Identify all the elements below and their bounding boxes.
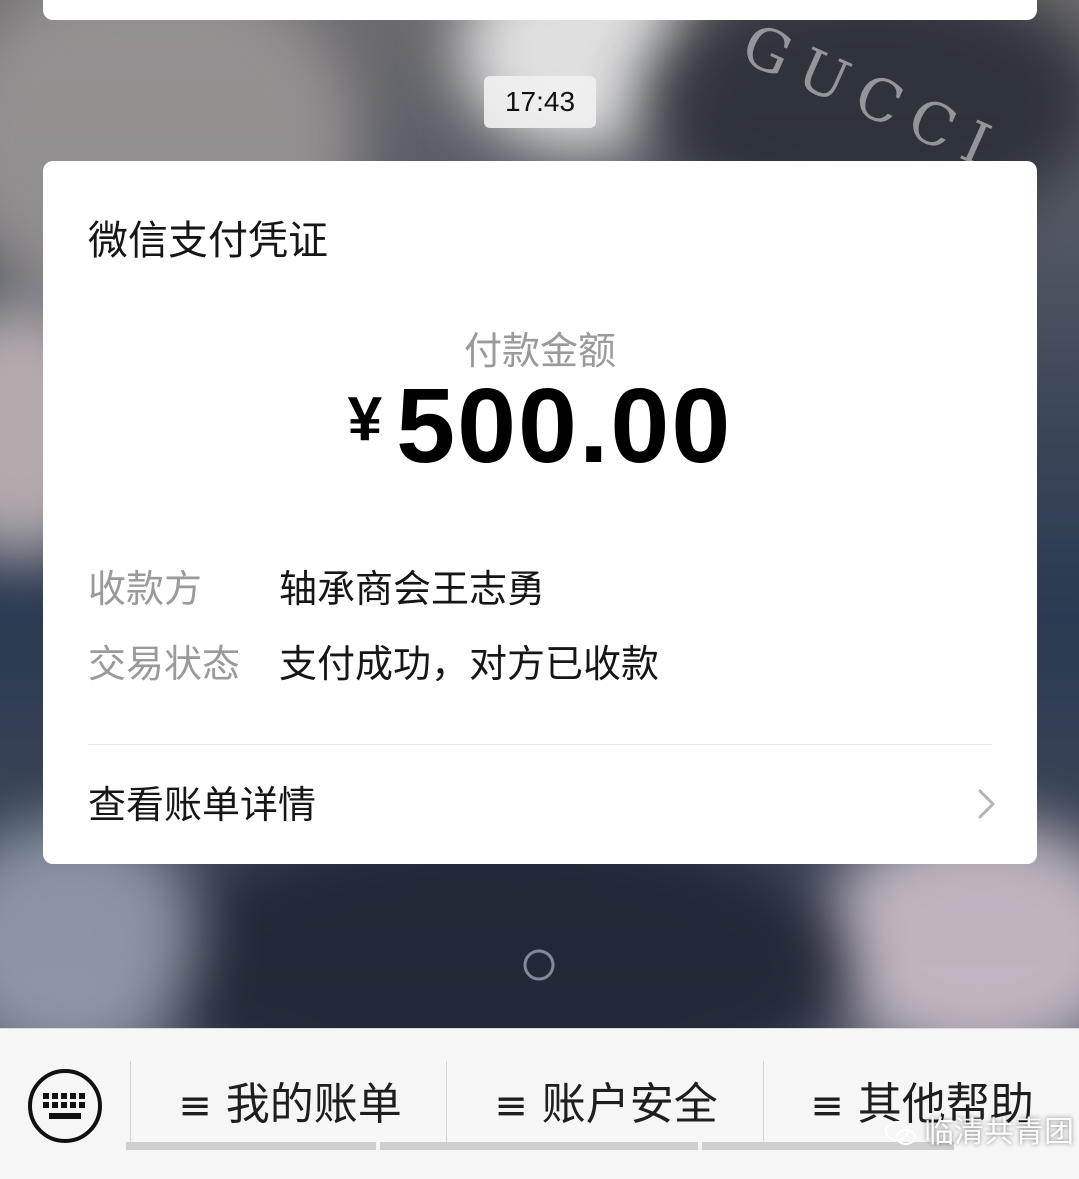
watermark: 临清共青团 xyxy=(884,1113,1074,1153)
transaction-status-label: 交易状态 xyxy=(88,642,241,686)
loading-circle-icon xyxy=(523,949,555,981)
menu-divider xyxy=(763,1061,764,1147)
watermark-text: 临清共青团 xyxy=(924,1115,1074,1150)
view-bill-details-label: 查看账单详情 xyxy=(88,783,317,827)
currency-symbol: ¥ xyxy=(347,385,383,454)
payment-receipt-card[interactable]: 微信支付凭证 付款金额 ¥500.00 收款方 轴承商会王志勇 交易状态 支付成… xyxy=(43,161,1037,864)
transaction-status-row: 交易状态 支付成功，对方已收款 xyxy=(88,636,988,692)
payee-label: 收款方 xyxy=(88,567,203,611)
previous-message-card[interactable] xyxy=(43,0,1037,20)
menu-divider xyxy=(130,1061,131,1147)
service-menu-bar: ≡ 我的账单 ≡ 账户安全 ≡ 其他帮助 xyxy=(0,1028,1079,1179)
keyboard-icon[interactable] xyxy=(26,1067,104,1145)
wechat-logo-icon xyxy=(885,1120,916,1145)
payee-row: 收款方 轴承商会王志勇 xyxy=(88,561,988,617)
chat-background: GUCCI 17:43 微信支付凭证 付款金额 ¥500.00 收款方 轴承商会… xyxy=(0,0,1079,1028)
menu-list-icon: ≡ xyxy=(178,1083,212,1129)
receipt-title: 微信支付凭证 xyxy=(88,218,328,264)
menu-scroll-indicator xyxy=(126,1142,376,1150)
menu-divider xyxy=(446,1061,447,1147)
menu-list-icon: ≡ xyxy=(494,1083,528,1129)
amount-value: 500.00 xyxy=(396,367,733,485)
view-bill-details-link[interactable]: 查看账单详情 xyxy=(43,745,1037,864)
menu-item-label: 我的账单 xyxy=(225,1079,402,1130)
menu-list-icon: ≡ xyxy=(810,1083,844,1129)
amount-display: ¥500.00 xyxy=(43,371,1037,513)
menu-item-label: 账户安全 xyxy=(541,1079,718,1130)
menu-item-my-bills[interactable]: ≡ 我的账单 xyxy=(140,1069,440,1141)
chevron-right-icon xyxy=(978,789,995,819)
transaction-status-value: 支付成功，对方已收款 xyxy=(279,642,660,686)
payee-value: 轴承商会王志勇 xyxy=(279,567,546,611)
menu-item-account-security[interactable]: ≡ 账户安全 xyxy=(456,1069,756,1141)
chat-timestamp: 17:43 xyxy=(484,76,596,128)
menu-scroll-indicator xyxy=(380,1142,698,1150)
